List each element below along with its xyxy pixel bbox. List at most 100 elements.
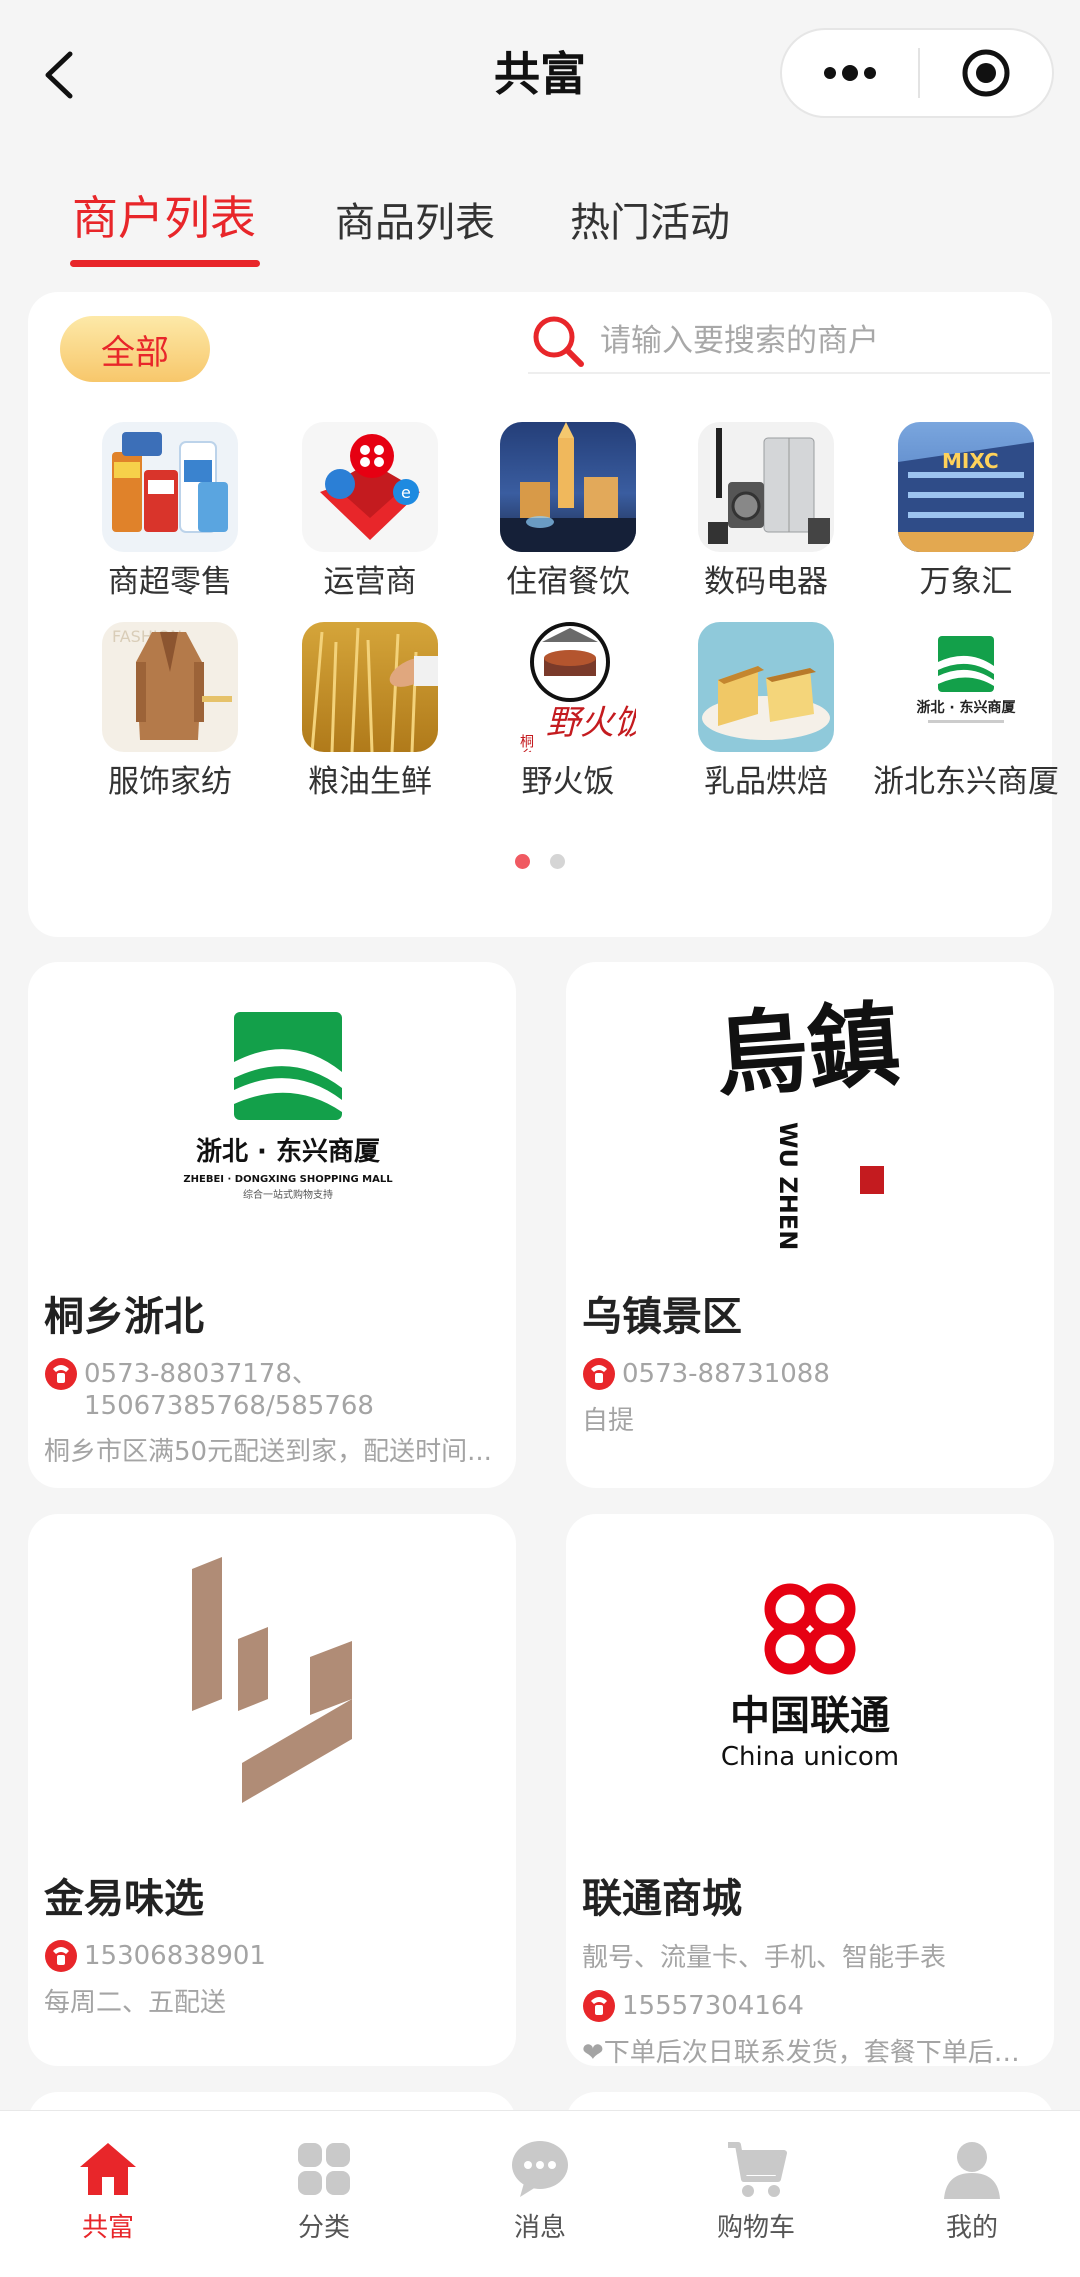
bottom-tab-bar: 共富 分类 消息 购物车 我的 xyxy=(0,2110,1080,2277)
category-label: 野火饭 xyxy=(521,764,615,800)
target-close-icon xyxy=(962,49,1010,97)
category-item[interactable]: 商超零售 xyxy=(70,422,270,601)
merchant-desc: 每周二、五配送 xyxy=(44,1988,227,2018)
logo-subtitle: ZHEBEI · DONGXING SHOPPING MALL xyxy=(183,1174,393,1185)
merchant-logo: 浙北 · 东兴商厦 ZHEBEI · DONGXING SHOPPING MAL… xyxy=(28,962,516,1262)
phone-icon[interactable] xyxy=(44,1939,78,1973)
top-tabs: 商户列表 商品列表 热门活动 xyxy=(0,180,1080,270)
message-icon xyxy=(512,2141,568,2197)
merchant-phone-row: 0573-88037178、15067385768/585768 xyxy=(44,1358,496,1422)
category-panel: 全部 商超零售 xyxy=(28,292,1059,937)
category-label: 运营商 xyxy=(323,564,417,600)
nav-label: 我的 xyxy=(945,2213,998,2243)
nav-messages[interactable]: 消息 xyxy=(465,2111,615,2244)
category-label: 服饰家纺 xyxy=(108,764,232,800)
merchant-phone-row: 15557304164 xyxy=(582,1990,1034,2023)
merchant-logo: 烏鎮 WU ZHEN xyxy=(566,962,1054,1262)
nav-header: 共富 xyxy=(0,0,1080,150)
logo-tagline: 综合一站式购物支持 xyxy=(243,1188,333,1201)
merchant-desc: ❤下单后次日联系发货，套餐下单后可... xyxy=(582,2038,1034,2066)
category-item[interactable]: 数码电器 xyxy=(666,422,866,601)
merchant-desc: 桐乡市区满50元配送到家，配送时间... xyxy=(44,1437,492,1467)
appliances-icon xyxy=(698,422,834,552)
phone-icon[interactable] xyxy=(582,1357,616,1391)
nav-category[interactable]: 分类 xyxy=(249,2111,399,2244)
nav-label: 分类 xyxy=(297,2213,350,2243)
zhebei-logo: 浙北 · 东兴商厦 xyxy=(898,622,1034,752)
merchant-logo xyxy=(28,1514,516,1844)
pager-dot-active[interactable] xyxy=(515,854,530,869)
wildfire-rice-logo-text: 野火饭 xyxy=(546,703,636,743)
logo-subtitle: WU ZHEN xyxy=(774,1122,802,1250)
mall-building-icon: MIXC xyxy=(898,422,1034,552)
category-label: 住宿餐饮 xyxy=(506,564,630,600)
merchant-phone[interactable]: 0573-88731088 xyxy=(622,1358,830,1390)
svg-text:桐乡: 桐乡 xyxy=(518,734,534,752)
tab-product-list[interactable]: 商品列表 xyxy=(335,190,495,248)
nav-home[interactable]: 共富 xyxy=(33,2111,183,2244)
logo-title: 中国联通 xyxy=(730,1693,890,1739)
active-tab-indicator xyxy=(70,260,260,267)
merchant-logo: 中国联通 China unicom xyxy=(566,1514,1054,1844)
wheat-icon xyxy=(302,622,438,752)
pager-dot[interactable] xyxy=(550,854,565,869)
category-item[interactable]: 住宿餐饮 xyxy=(468,422,668,601)
merchant-name: 金易味选 xyxy=(44,1876,204,1922)
nav-label: 共富 xyxy=(81,2213,134,2243)
merchant-desc: 自提 xyxy=(582,1406,635,1436)
category-label: 万象汇 xyxy=(919,564,1013,600)
merchant-card[interactable]: 中国联通 China unicom 联通商城 靓号、流量卡、手机、智能手表 15… xyxy=(566,1514,1054,2066)
nav-cart[interactable]: 购物车 xyxy=(681,2111,831,2244)
merchant-card[interactable]: 浙北 · 东兴商厦 ZHEBEI · DONGXING SHOPPING MAL… xyxy=(28,962,516,1488)
more-dots-icon xyxy=(824,65,876,81)
tab-merchant-list[interactable]: 商户列表 xyxy=(72,182,256,248)
home-icon xyxy=(80,2143,136,2195)
nav-profile[interactable]: 我的 xyxy=(897,2111,1047,2244)
merchant-phone-row: 15306838901 xyxy=(44,1940,496,1973)
logo-title: 烏鎮 xyxy=(712,990,903,1111)
category-item[interactable]: 桐乡 野火饭 野火饭 xyxy=(468,622,668,801)
profile-icon xyxy=(944,2142,1000,2199)
merchant-phone[interactable]: 15557304164 xyxy=(622,1990,804,2022)
merchant-name: 联通商城 xyxy=(582,1876,742,1922)
merchant-card[interactable]: 烏鎮 WU ZHEN 乌镇景区 0573-88731088 自提 xyxy=(566,962,1054,1488)
merchant-name: 桐乡浙北 xyxy=(44,1294,204,1340)
merchant-phone-row: 0573-88731088 xyxy=(582,1358,1034,1391)
close-miniprogram-button[interactable] xyxy=(920,30,1052,116)
phone-icon[interactable] xyxy=(44,1357,78,1391)
mini-program-capsule xyxy=(780,28,1054,118)
search-icon[interactable] xyxy=(528,311,588,371)
category-item[interactable]: e 运营商 xyxy=(270,422,470,601)
merchant-search-bar xyxy=(528,310,1050,374)
more-options-button[interactable] xyxy=(782,30,918,116)
retail-goods-icon xyxy=(102,422,238,552)
category-item[interactable]: 粮油生鲜 xyxy=(270,622,470,801)
svg-text:MIXC: MIXC xyxy=(942,449,999,473)
zhebei-logo-text: 浙北 · 东兴商厦 xyxy=(916,699,1016,716)
merchant-phone[interactable]: 0573-88037178、15067385768/585768 xyxy=(84,1358,496,1422)
logo-subtitle: China unicom xyxy=(721,1742,899,1772)
merchant-card[interactable]: 金易味选 15306838901 每周二、五配送 xyxy=(28,1514,516,2066)
hotel-night-icon xyxy=(500,422,636,552)
svg-text:e: e xyxy=(401,483,411,502)
category-item[interactable]: FASHION 服饰家纺 xyxy=(70,622,270,801)
logo-title: 浙北 · 东兴商厦 xyxy=(196,1136,380,1167)
category-label: 乳品烘焙 xyxy=(704,764,828,800)
telecom-gift-icon: e xyxy=(302,422,438,552)
merchant-search-input[interactable] xyxy=(600,323,1040,359)
category-label: 浙北东兴商厦 xyxy=(873,764,1059,800)
nav-label: 消息 xyxy=(513,2213,566,2243)
coat-icon: FASHION xyxy=(102,622,238,752)
category-label: 粮油生鲜 xyxy=(308,764,432,800)
phone-icon[interactable] xyxy=(582,1989,616,2023)
cake-icon xyxy=(698,622,834,752)
category-item[interactable]: 乳品烘焙 xyxy=(666,622,866,801)
category-item[interactable]: 浙北 · 东兴商厦 浙北东兴商厦 xyxy=(866,622,1066,801)
tab-hot-events[interactable]: 热门活动 xyxy=(570,190,730,248)
cart-icon xyxy=(728,2142,787,2197)
merchant-phone[interactable]: 15306838901 xyxy=(84,1940,266,1972)
filter-all-button[interactable]: 全部 xyxy=(60,316,210,382)
category-label: 商超零售 xyxy=(108,564,232,600)
merchant-name: 乌镇景区 xyxy=(582,1294,742,1340)
category-item[interactable]: MIXC 万象汇 xyxy=(866,422,1066,601)
